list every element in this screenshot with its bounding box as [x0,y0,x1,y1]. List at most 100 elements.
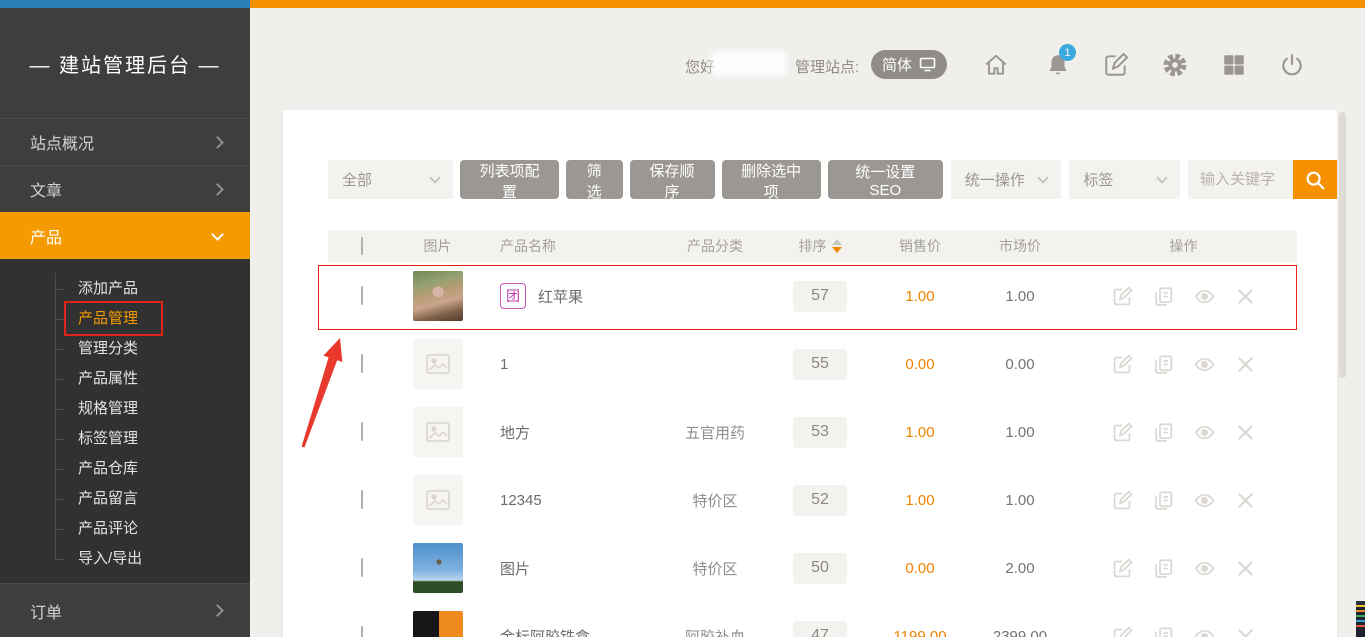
sale-price: 1.00 [905,288,934,305]
product-image-placeholder[interactable] [413,407,463,457]
row-checkbox[interactable] [361,286,363,305]
delete-x-icon[interactable] [1235,558,1256,579]
sort-value[interactable]: 55 [793,349,847,380]
row-actions [1112,626,1256,637]
submenu-item-spec-management[interactable]: 规格管理 [0,394,250,424]
submenu-item-tag-management[interactable]: 标签管理 [0,424,250,454]
row-checkbox[interactable] [361,422,363,441]
copy-icon[interactable] [1153,286,1174,307]
preview-eye-icon[interactable] [1194,490,1215,511]
redacted-username [711,51,787,76]
table-row: 1 55 0.00 0.00 [328,330,1297,398]
sort-value[interactable]: 50 [793,553,847,584]
submenu-item-manage-categories[interactable]: 管理分类 [0,334,250,364]
product-name: 金标阿胶铁盒 [500,626,590,637]
preview-eye-icon[interactable] [1194,626,1215,637]
submenu-item-add-product[interactable]: 添加产品 [0,274,250,304]
product-image[interactable] [413,271,463,321]
submenu-item-import-export[interactable]: 导入/导出 [0,544,250,574]
sort-arrows-icon [832,239,842,253]
search-button[interactable] [1293,160,1337,199]
tag-select-value: 标签 [1083,169,1113,190]
table-row: 金标阿胶铁盒 阿胶补血 47 1199.00 2399.00 [328,602,1297,637]
save-order-button[interactable]: 保存顺序 [630,160,715,199]
market-price: 1.00 [1005,492,1034,509]
submenu-item-product-messages[interactable]: 产品留言 [0,484,250,514]
sale-price: 1.00 [905,424,934,441]
row-checkbox[interactable] [361,626,363,637]
image-placeholder-icon [426,490,450,510]
batch-operation-select[interactable]: 统一操作 [951,160,1062,199]
preview-eye-icon[interactable] [1194,286,1215,307]
table-row: 地方 五官用药 53 1.00 1.00 [328,398,1297,466]
sidebar-item-label: 站点概况 [30,130,94,154]
chevron-down-icon [429,172,440,183]
row-checkbox[interactable] [361,354,363,373]
product-image-placeholder[interactable] [413,339,463,389]
sort-value[interactable]: 57 [793,281,847,312]
col-header-sort[interactable]: 排序 [799,236,842,256]
gear-icon[interactable] [1162,52,1188,78]
language-button[interactable]: 简体 [871,50,947,79]
product-image[interactable] [413,611,463,637]
chevron-right-icon [211,183,224,196]
edit-icon[interactable] [1112,626,1133,637]
select-all-checkbox[interactable] [361,237,363,255]
edit-icon[interactable] [1112,490,1133,511]
edit-icon[interactable] [1112,354,1133,375]
admin-page: — 建站管理后台 — 站点概况 文章 产品 添加产品 产品管理 管理分类 产品属… [0,0,1365,637]
product-category: 五官用药 [685,422,745,443]
delete-x-icon[interactable] [1235,490,1256,511]
product-image-placeholder[interactable] [413,475,463,525]
apps-grid-icon[interactable] [1221,52,1247,78]
copy-icon[interactable] [1153,558,1174,579]
sidebar-item-label: 文章 [30,177,62,201]
delete-x-icon[interactable] [1235,422,1256,443]
home-icon[interactable] [983,52,1009,78]
sort-value[interactable]: 53 [793,417,847,448]
row-actions [1112,490,1256,511]
submenu-item-label: 产品管理 [78,310,138,327]
delete-x-icon[interactable] [1235,626,1256,637]
submenu-item-product-attributes[interactable]: 产品属性 [0,364,250,394]
product-image[interactable] [413,543,463,593]
edit-icon[interactable] [1112,558,1133,579]
sidebar-item-site-overview[interactable]: 站点概况 [0,118,250,165]
row-actions [1112,286,1256,307]
row-checkbox[interactable] [361,490,363,509]
copy-icon[interactable] [1153,422,1174,443]
delete-x-icon[interactable] [1235,354,1256,375]
batch-seo-button[interactable]: 统一设置SEO [828,160,943,199]
logout-power-icon[interactable] [1279,52,1305,78]
preview-eye-icon[interactable] [1194,422,1215,443]
preview-eye-icon[interactable] [1194,354,1215,375]
sidebar-item-orders[interactable]: 订单 [0,583,250,637]
main-top-strip [250,0,1365,8]
sidebar-item-products[interactable]: 产品 [0,212,250,259]
row-checkbox[interactable] [361,558,363,577]
monitor-icon [919,57,936,72]
filter-button[interactable]: 筛选 [566,160,623,199]
sidebar-item-articles[interactable]: 文章 [0,165,250,212]
search-input[interactable] [1188,160,1293,199]
copy-icon[interactable] [1153,354,1174,375]
sort-value[interactable]: 52 [793,485,847,516]
product-name: 红苹果 [538,286,583,307]
submenu-item-product-management[interactable]: 产品管理 [0,304,250,334]
delete-x-icon[interactable] [1235,286,1256,307]
edit-icon[interactable] [1103,52,1129,78]
col-header-actions: 操作 [1170,236,1198,256]
category-filter-select[interactable]: 全部 [328,160,453,199]
submenu-item-product-reviews[interactable]: 产品评论 [0,514,250,544]
sort-value[interactable]: 47 [793,621,847,637]
copy-icon[interactable] [1153,626,1174,637]
tag-select[interactable]: 标签 [1069,160,1180,199]
edit-icon[interactable] [1112,422,1133,443]
copy-icon[interactable] [1153,490,1174,511]
submenu-item-product-warehouse[interactable]: 产品仓库 [0,454,250,484]
vertical-scrollbar[interactable] [1339,112,1346,378]
delete-selected-button[interactable]: 删除选中项 [722,160,821,199]
preview-eye-icon[interactable] [1194,558,1215,579]
list-config-button[interactable]: 列表项配置 [460,160,559,199]
edit-icon[interactable] [1112,286,1133,307]
